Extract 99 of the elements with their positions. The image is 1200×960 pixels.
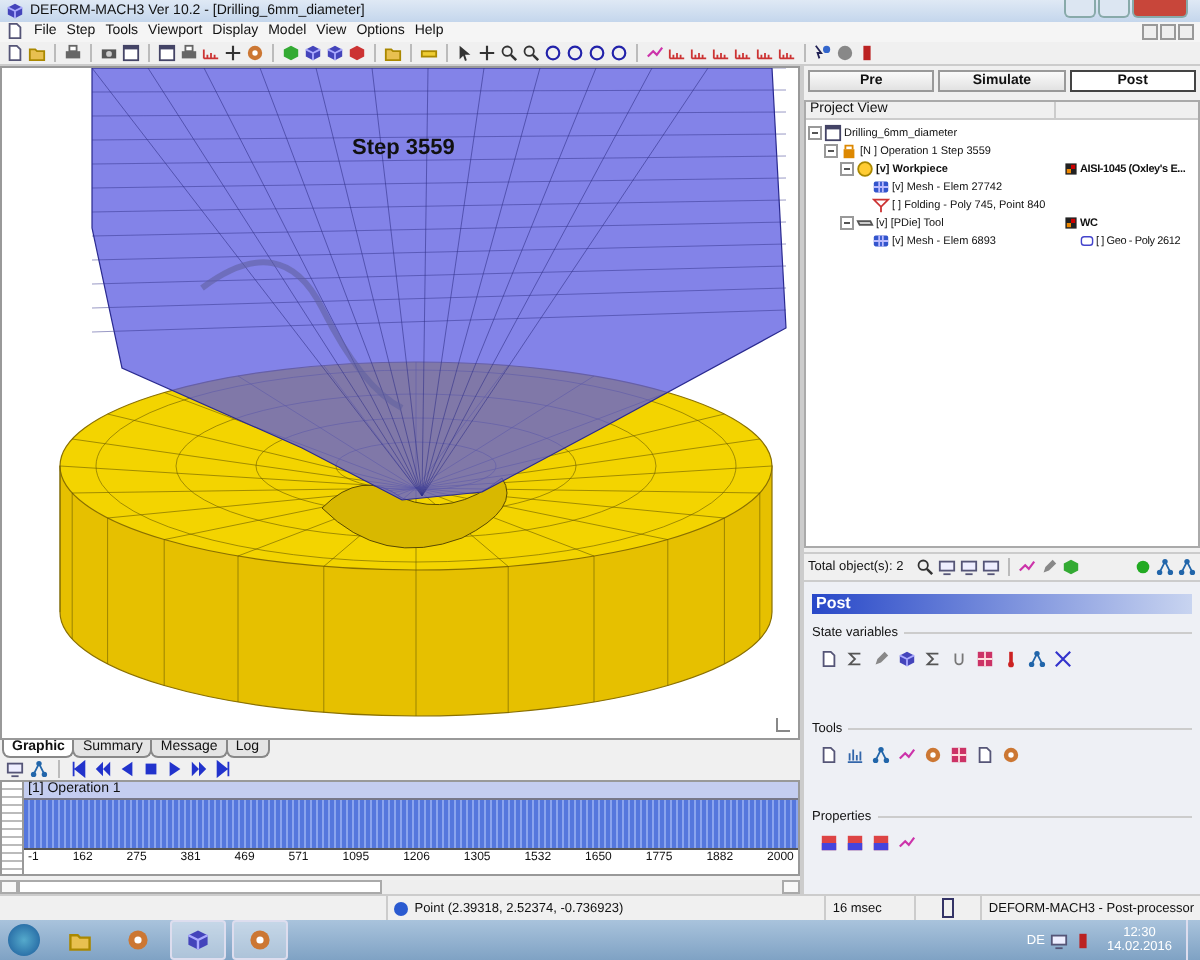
ruler-icon[interactable] [756,43,774,62]
cross-icon[interactable] [1054,650,1072,669]
folder-icon[interactable] [28,43,46,62]
grid-icon[interactable] [950,746,968,765]
pencil-icon[interactable] [1039,558,1058,577]
ball-icon [856,160,874,179]
palette-icon[interactable] [820,834,838,853]
funnel-icon [872,196,890,215]
ruler-icon[interactable] [690,43,708,62]
u-shape-icon[interactable] [950,650,968,669]
monitor-icon[interactable] [6,760,24,779]
graph-icon[interactable] [898,746,916,765]
palette-icon[interactable] [872,834,890,853]
cube-icon [186,928,210,952]
page-icon[interactable] [976,746,994,765]
cube-icon[interactable] [898,650,916,669]
step-back-icon[interactable] [118,760,136,779]
search-icon[interactable] [500,43,518,62]
ruler-icon[interactable] [668,43,686,62]
rounded-rectangle-icon [1080,234,1094,249]
cube-icon[interactable] [304,43,322,62]
lock-icon [840,142,858,161]
skip-end-icon[interactable] [214,760,232,779]
folder-icon [68,928,92,952]
restore-button[interactable] [1160,23,1176,40]
hierarchy-icon[interactable] [30,760,48,779]
printer-icon[interactable] [64,43,82,62]
disc-icon[interactable] [1002,746,1020,765]
monitor-icon[interactable] [937,558,956,577]
device-icon [942,898,955,919]
chart-icon[interactable] [846,746,864,765]
disc-icon [126,928,150,952]
pencil-icon[interactable] [872,650,890,669]
scroll-thumb[interactable] [18,879,382,895]
page-icon[interactable] [820,746,838,765]
cursor-icon[interactable] [456,43,474,62]
circle-icon[interactable] [544,43,562,62]
disc-icon[interactable] [924,746,942,765]
expander-icon[interactable] [840,162,854,177]
circle-icon[interactable] [610,43,628,62]
panel-header: Post [812,594,1192,615]
expander-icon[interactable] [840,216,854,231]
circle-icon[interactable] [566,43,584,62]
help-cursor-icon[interactable] [814,43,832,62]
disc-icon [248,928,272,952]
ruler-icon[interactable] [202,43,220,62]
monitor-icon[interactable] [1050,931,1069,949]
cube-icon[interactable] [348,43,366,62]
search-icon[interactable] [522,43,540,62]
minimize-button[interactable] [1142,23,1158,40]
ruler-icon[interactable] [712,43,730,62]
printer-icon[interactable] [180,43,198,62]
sigma-icon[interactable] [924,650,942,669]
start-button[interactable] [8,924,40,956]
monitor-icon[interactable] [959,558,978,577]
rewind-icon[interactable] [94,760,112,779]
expander-icon[interactable] [824,144,838,159]
palette-icon[interactable] [846,834,864,853]
step-label: Step 3559 [352,136,455,161]
window-icon[interactable] [122,43,140,62]
plus-icon[interactable] [224,43,242,62]
graph-icon[interactable] [646,43,664,62]
skip-start-icon[interactable] [70,760,88,779]
fast-forward-icon[interactable] [190,760,208,779]
horizontal-scrollbar[interactable] [0,879,800,895]
page-icon[interactable] [820,650,838,669]
hierarchy-icon[interactable] [872,746,890,765]
ruler-icon[interactable] [778,43,796,62]
window-icon [824,124,842,143]
plus-icon[interactable] [478,43,496,62]
folder-icon[interactable] [384,43,402,62]
cube-icon [6,1,24,20]
close-button[interactable] [1178,23,1194,40]
thermometer-icon[interactable] [1002,650,1020,669]
window-icon[interactable] [158,43,176,62]
graph-icon[interactable] [1017,558,1036,577]
ruler-icon[interactable] [734,43,752,62]
material-icon [1064,216,1078,231]
camera-icon[interactable] [100,43,118,62]
info-icon [394,901,409,916]
circle-icon[interactable] [588,43,606,62]
sigma-icon[interactable] [846,650,864,669]
material-icon [1064,162,1078,177]
mesh-icon [872,178,890,197]
mesh-icon [872,232,890,251]
hierarchy-icon[interactable] [1178,558,1196,577]
taskbar-app[interactable] [170,920,226,960]
monitor-icon[interactable] [981,558,1000,577]
stop-icon[interactable] [142,760,160,779]
axis-icon [776,718,790,733]
play-icon[interactable] [166,760,184,779]
dot-icon[interactable] [1134,558,1152,577]
hierarchy-icon[interactable] [1156,558,1174,577]
graph-icon[interactable] [898,834,916,853]
grid-icon[interactable] [976,650,994,669]
cube-icon[interactable] [326,43,344,62]
hierarchy-icon[interactable] [1028,650,1046,669]
expander-icon[interactable] [808,126,822,141]
search-icon[interactable] [915,558,934,577]
